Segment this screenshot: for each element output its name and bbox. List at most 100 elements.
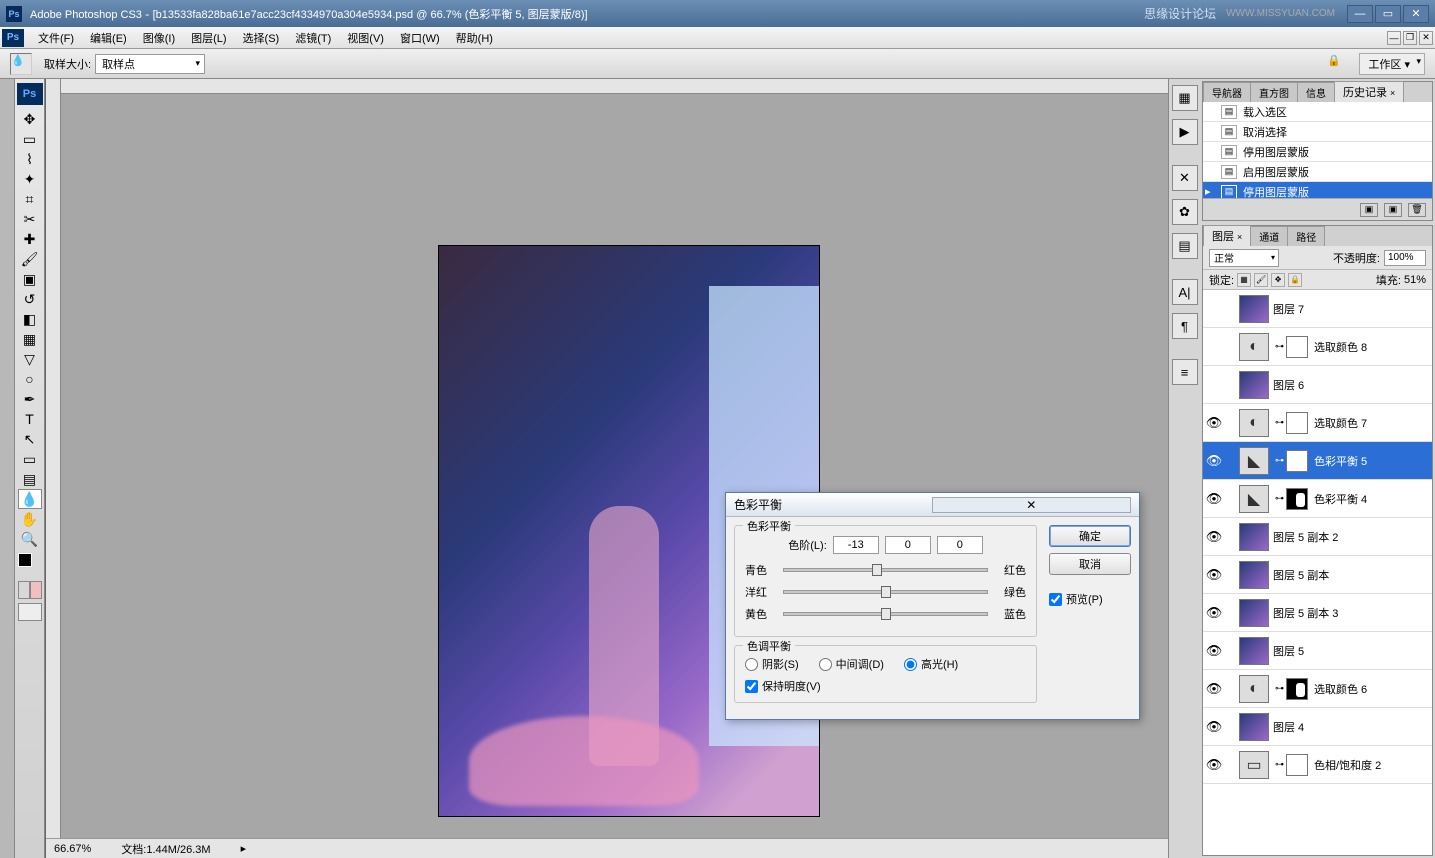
visibility-toggle[interactable]: 👁 xyxy=(1203,681,1225,697)
maximize-button[interactable]: ▭ xyxy=(1375,5,1401,23)
visibility-toggle[interactable]: 👁 xyxy=(1203,643,1225,659)
radio-shadows[interactable]: 阴影(S) xyxy=(745,656,799,672)
menu-help[interactable]: 帮助(H) xyxy=(448,27,501,49)
menu-edit[interactable]: 编辑(E) xyxy=(82,27,135,49)
doc-restore-button[interactable]: ❐ xyxy=(1403,31,1417,45)
layer-row[interactable]: 图层 6 xyxy=(1203,366,1432,404)
doc-minimize-button[interactable]: — xyxy=(1387,31,1401,45)
visibility-toggle[interactable]: 👁 xyxy=(1203,757,1225,773)
screenmode-toggle[interactable] xyxy=(18,603,42,621)
preserve-luminosity-check[interactable]: 保持明度(V) xyxy=(745,678,1026,694)
dock-slot-char-icon[interactable]: ✿ xyxy=(1172,199,1198,225)
tab-paths[interactable]: 路径 xyxy=(1287,226,1325,246)
blur-tool[interactable]: ▽ xyxy=(18,349,42,369)
history-snapshot-icon[interactable]: ▣ xyxy=(1360,203,1378,217)
dock-slot-swatch-icon[interactable]: ▤ xyxy=(1172,233,1198,259)
level-magenta-green[interactable] xyxy=(885,536,931,554)
menu-select[interactable]: 选择(S) xyxy=(235,27,288,49)
visibility-toggle[interactable]: 👁 xyxy=(1203,567,1225,583)
move-tool[interactable]: ✥ xyxy=(18,109,42,129)
minimize-button[interactable]: — xyxy=(1347,5,1373,23)
dock-slot-type-icon[interactable]: A| xyxy=(1172,279,1198,305)
layer-row[interactable]: 👁图层 4 xyxy=(1203,708,1432,746)
lock-move-icon[interactable]: ✥ xyxy=(1271,273,1285,287)
layer-row[interactable]: 👁图层 5 xyxy=(1203,632,1432,670)
tab-channels[interactable]: 通道 xyxy=(1250,226,1288,246)
layer-row[interactable]: ◐⊶选取颜色 8 xyxy=(1203,328,1432,366)
blend-mode-select[interactable]: 正常 xyxy=(1209,249,1279,267)
wand-tool[interactable]: ✦ xyxy=(18,169,42,189)
sample-size-select[interactable]: 取样点 xyxy=(95,54,205,74)
level-yellow-blue[interactable] xyxy=(937,536,983,554)
healing-tool[interactable]: ✚ xyxy=(18,229,42,249)
tab-info[interactable]: 信息 xyxy=(1297,82,1335,102)
path-tool[interactable]: ↖ xyxy=(18,429,42,449)
hand-tool[interactable]: ✋ xyxy=(18,509,42,529)
layer-row[interactable]: 👁图层 5 副本 xyxy=(1203,556,1432,594)
slice-tool[interactable]: ✂ xyxy=(18,209,42,229)
layer-row[interactable]: 图层 7 xyxy=(1203,290,1432,328)
stamp-tool[interactable]: ▣ xyxy=(18,269,42,289)
ok-button[interactable]: 确定 xyxy=(1049,525,1131,547)
lock-trans-icon[interactable]: ▦ xyxy=(1237,273,1251,287)
close-button[interactable]: ✕ xyxy=(1403,5,1429,23)
menu-file[interactable]: 文件(F) xyxy=(30,27,82,49)
dodge-tool[interactable]: ○ xyxy=(18,369,42,389)
cancel-button[interactable]: 取消 xyxy=(1049,553,1131,575)
menu-layer[interactable]: 图层(L) xyxy=(183,27,234,49)
history-brush-tool[interactable]: ↺ xyxy=(18,289,42,309)
history-new-icon[interactable]: ▣ xyxy=(1384,203,1402,217)
type-tool[interactable]: T xyxy=(18,409,42,429)
zoom-tool[interactable]: 🔍 xyxy=(18,529,42,549)
menu-image[interactable]: 图像(I) xyxy=(135,27,183,49)
layer-row[interactable]: 👁◣⊶色彩平衡 5 xyxy=(1203,442,1432,480)
zoom-value[interactable]: 66.67% xyxy=(54,843,91,855)
dock-icon[interactable]: 🔒 xyxy=(1327,54,1351,74)
history-item[interactable]: ▤取消选择 xyxy=(1203,122,1432,142)
history-item[interactable]: ▤停用图层蒙版 xyxy=(1203,142,1432,162)
visibility-toggle[interactable]: 👁 xyxy=(1203,415,1225,431)
layer-row[interactable]: 👁◐⊶选取颜色 7 xyxy=(1203,404,1432,442)
lock-all-icon[interactable]: 🔒 xyxy=(1288,273,1302,287)
visibility-toggle[interactable]: 👁 xyxy=(1203,605,1225,621)
visibility-toggle[interactable]: 👁 xyxy=(1203,453,1225,469)
fill-field[interactable]: 51% xyxy=(1404,274,1426,286)
tab-navigator[interactable]: 导航器 xyxy=(1203,82,1251,102)
history-item[interactable]: ▤启用图层蒙版 xyxy=(1203,162,1432,182)
layer-row[interactable]: 👁▭⊶色相/饱和度 2 xyxy=(1203,746,1432,784)
tab-history[interactable]: 历史记录× xyxy=(1334,81,1404,102)
workspace-dropdown[interactable]: 工作区 ▾ xyxy=(1359,53,1425,75)
opacity-field[interactable]: 100% xyxy=(1384,250,1426,266)
visibility-toggle[interactable]: 👁 xyxy=(1203,491,1225,507)
dock-slot-tools-icon[interactable]: ✕ xyxy=(1172,165,1198,191)
brush-tool[interactable]: 🖌 xyxy=(18,249,42,269)
color-swatches[interactable] xyxy=(18,553,42,577)
toolbar-badge[interactable]: Ps xyxy=(17,83,43,105)
crop-tool[interactable]: ⌗ xyxy=(18,189,42,209)
canvas-area[interactable]: 66.67% 文档:1.44M/26.3M ▸ xyxy=(45,79,1168,858)
visibility-toggle[interactable]: 👁 xyxy=(1203,529,1225,545)
doc-close-button[interactable]: ✕ xyxy=(1419,31,1433,45)
radio-highlights[interactable]: 高光(H) xyxy=(904,656,958,672)
slider-track[interactable] xyxy=(783,590,988,594)
history-trash-icon[interactable]: 🗑 xyxy=(1408,203,1426,217)
eraser-tool[interactable]: ◧ xyxy=(18,309,42,329)
gradient-tool[interactable]: ▦ xyxy=(18,329,42,349)
menu-view[interactable]: 视图(V) xyxy=(339,27,392,49)
menu-filter[interactable]: 滤镜(T) xyxy=(287,27,339,49)
pen-tool[interactable]: ✒ xyxy=(18,389,42,409)
menu-window[interactable]: 窗口(W) xyxy=(392,27,448,49)
layer-row[interactable]: 👁图层 5 副本 2 xyxy=(1203,518,1432,556)
slider-track[interactable] xyxy=(783,612,988,616)
notes-tool[interactable]: ▤ xyxy=(18,469,42,489)
dock-slot-play-icon[interactable]: ▶ xyxy=(1172,119,1198,145)
layer-row[interactable]: 👁◣⊶色彩平衡 4 xyxy=(1203,480,1432,518)
dock-slot-list-icon[interactable]: ≡ xyxy=(1172,359,1198,385)
quickmask-toggle[interactable] xyxy=(18,581,42,599)
tab-histogram[interactable]: 直方图 xyxy=(1250,82,1298,102)
layer-row[interactable]: 👁图层 5 副本 3 xyxy=(1203,594,1432,632)
slider-track[interactable] xyxy=(783,568,988,572)
lasso-tool[interactable]: ⌇ xyxy=(18,149,42,169)
shape-tool[interactable]: ▭ xyxy=(18,449,42,469)
marquee-tool[interactable]: ▭ xyxy=(18,129,42,149)
